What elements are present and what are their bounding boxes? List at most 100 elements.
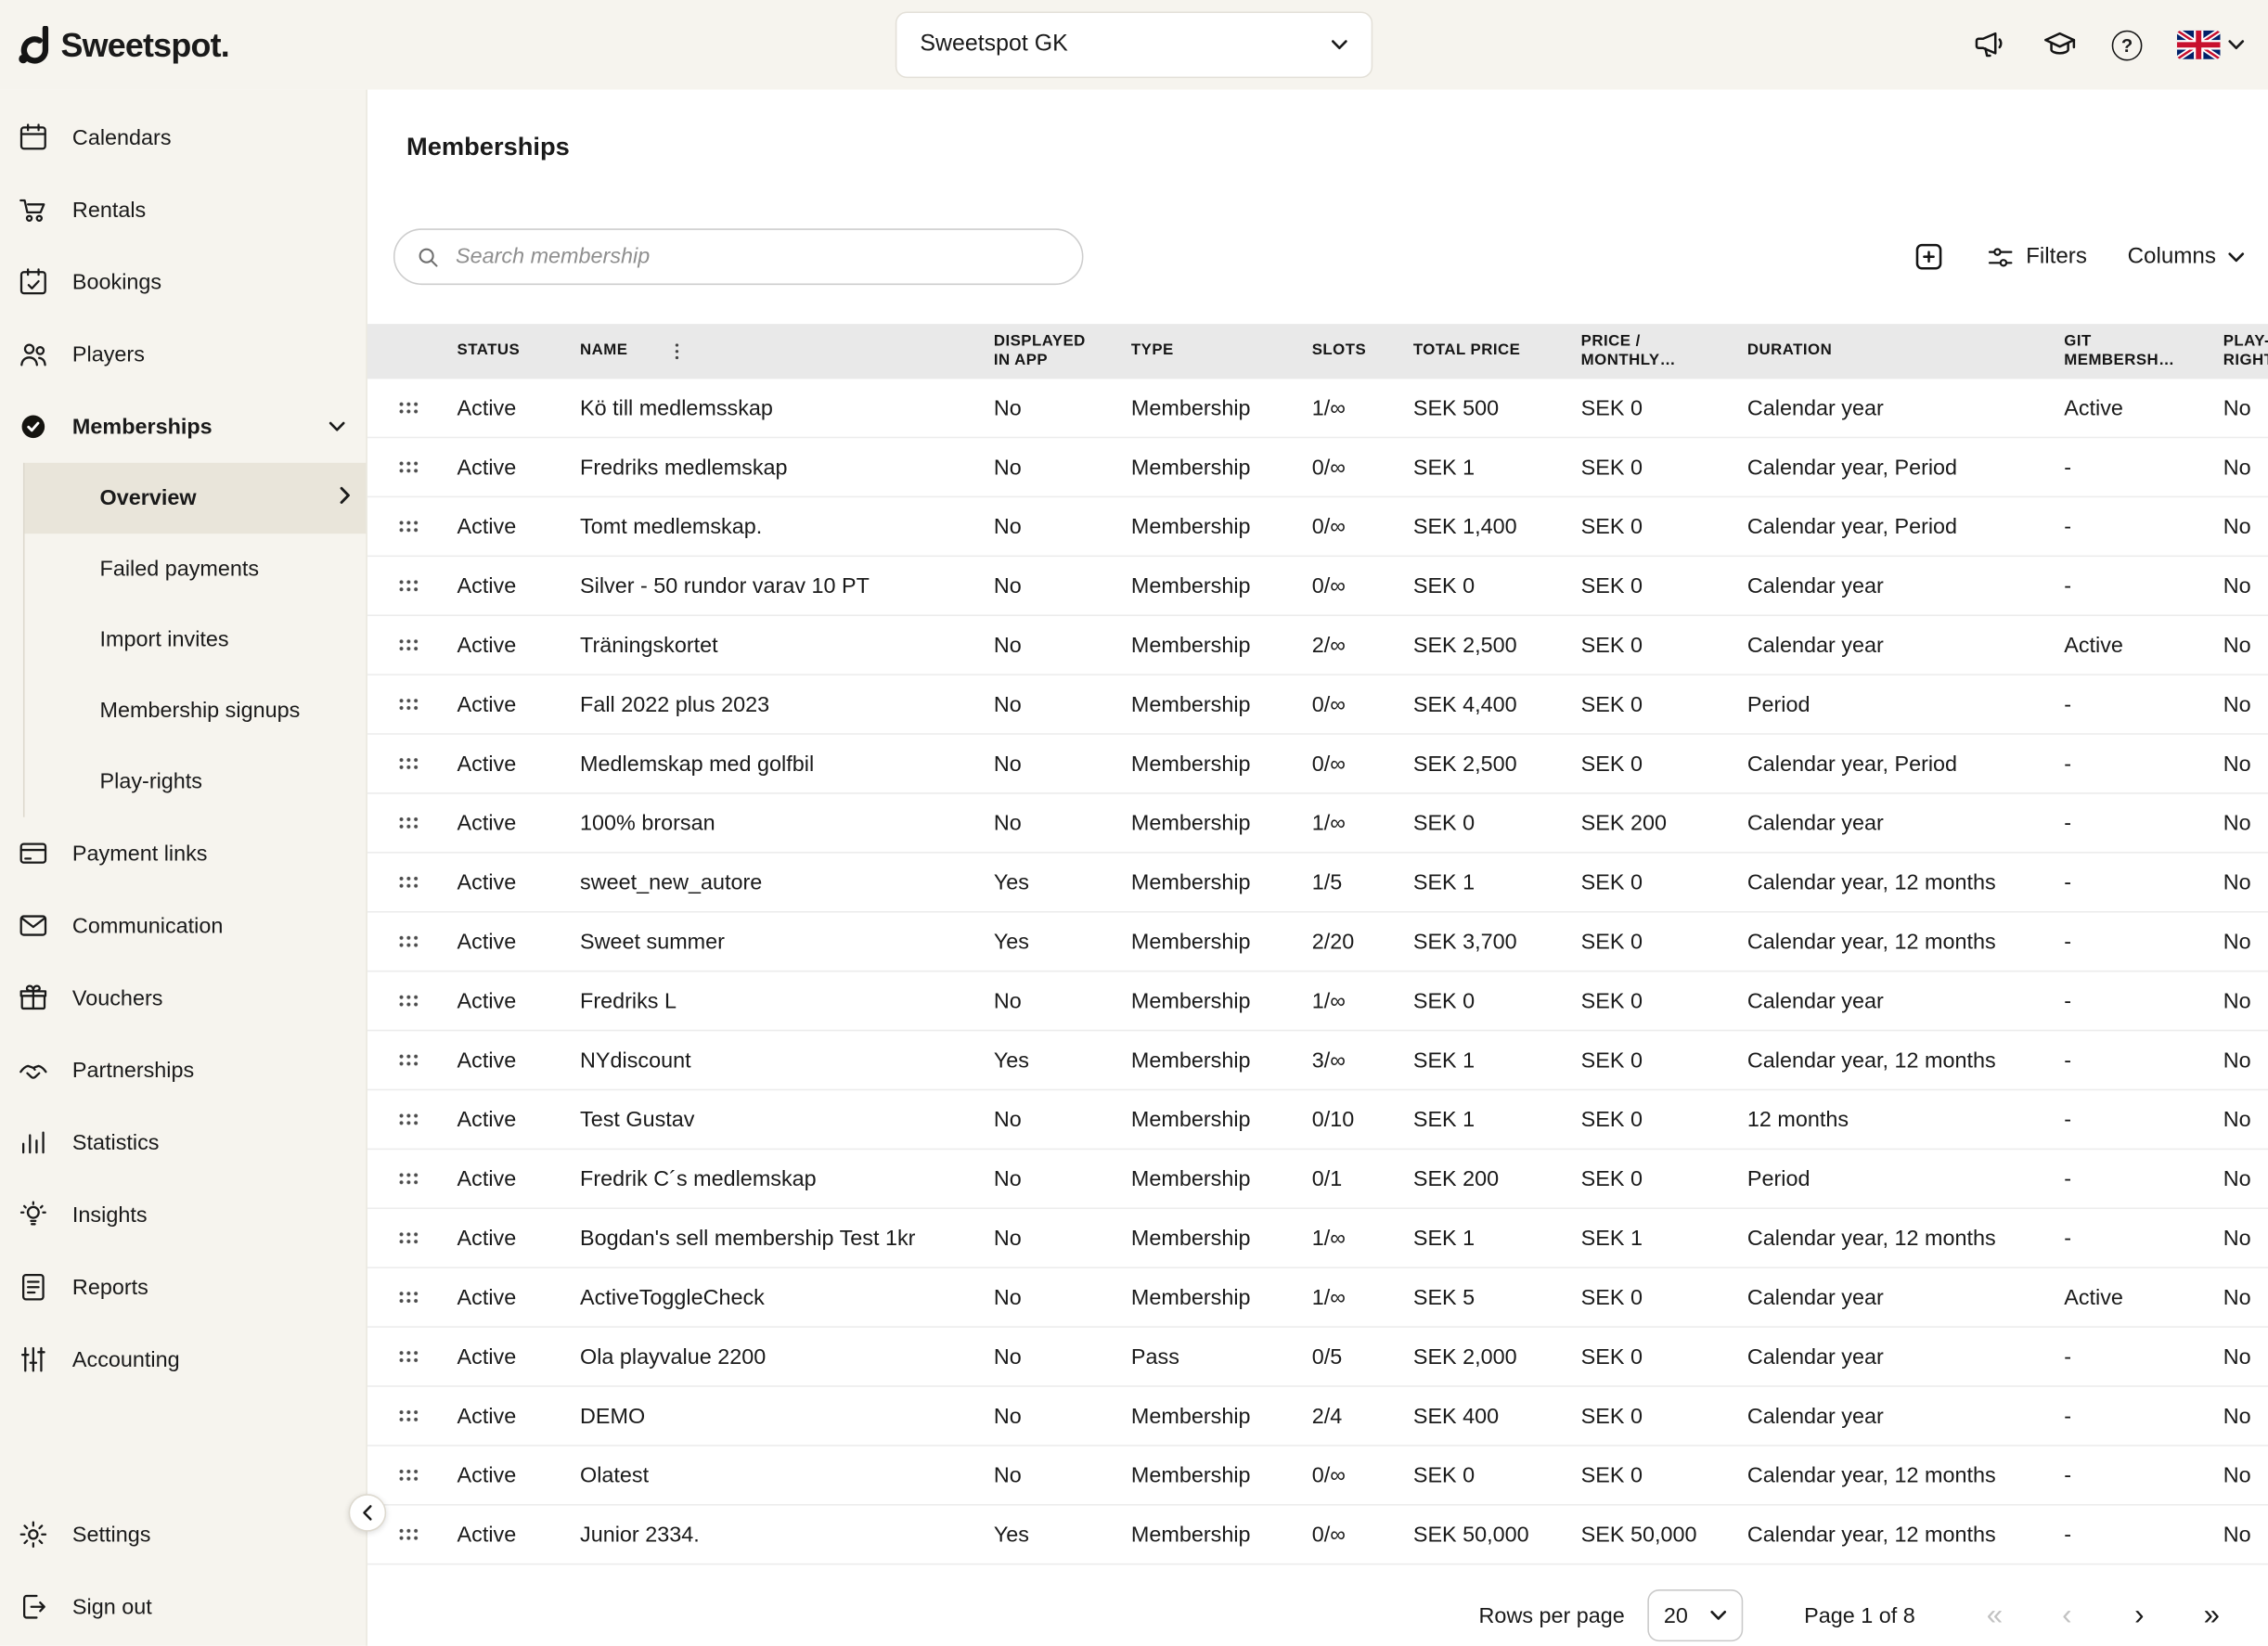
table-row[interactable]: ActiveOla playvalue 2200NoPass0/5SEK 2,0…	[367, 1328, 2268, 1387]
cell-play: No	[2214, 1107, 2268, 1131]
sidebar: CalendarsRentalsBookingsPlayersMembershi…	[0, 90, 367, 1646]
table-row[interactable]: ActiveTest GustavNoMembership0/10SEK 1SE…	[367, 1090, 2268, 1150]
cell-displayed: No	[985, 1463, 1122, 1487]
uk-flag-icon	[2177, 31, 2221, 59]
first-page-button[interactable]: «	[1958, 1594, 2030, 1638]
sidebar-item-memberships[interactable]: Memberships	[0, 391, 366, 463]
table-row[interactable]: ActiveFredriks LNoMembership1/∞SEK 0SEK …	[367, 971, 2268, 1031]
table-row[interactable]: ActiveFredrik C´s medlemskapNoMembership…	[367, 1150, 2268, 1209]
drag-handle-icon[interactable]	[367, 578, 448, 593]
sidebar-item-payment-links[interactable]: Payment links	[0, 817, 366, 890]
sidebar-item-bookings[interactable]: Bookings	[0, 246, 366, 318]
drag-handle-icon[interactable]	[367, 1172, 448, 1187]
table-row[interactable]: ActiveNYdiscountYesMembership3/∞SEK 1SEK…	[367, 1031, 2268, 1090]
table-row[interactable]: ActiveSilver - 50 rundor varav 10 PTNoMe…	[367, 557, 2268, 616]
drag-handle-icon[interactable]	[367, 875, 448, 890]
column-header-price-monthly[interactable]: PRICE / MONTHLY…	[1572, 332, 1738, 371]
column-header-name[interactable]: NAME	[572, 340, 986, 363]
column-header-git-membersh[interactable]: GIT MEMBERSH…	[2055, 332, 2214, 371]
sidebar-item-settings[interactable]: Settings	[0, 1498, 366, 1571]
table-row[interactable]: ActiveActiveToggleCheckNoMembership1/∞SE…	[367, 1268, 2268, 1328]
table-row[interactable]: ActiveKö till medlemsskapNoMembership1/∞…	[367, 379, 2268, 438]
column-header-slots[interactable]: SLOTS	[1303, 341, 1404, 361]
table-row[interactable]: ActiveBogdan's sell membership Test 1krN…	[367, 1209, 2268, 1268]
sidebar-item-sign-out[interactable]: Sign out	[0, 1571, 366, 1643]
drag-handle-icon[interactable]	[367, 460, 448, 475]
drag-handle-icon[interactable]	[367, 1230, 448, 1245]
column-header-play-right[interactable]: PLAY-RIGHT	[2214, 332, 2268, 371]
table-row[interactable]: ActiveFall 2022 plus 2023NoMembership0/∞…	[367, 675, 2268, 735]
drag-handle-icon[interactable]	[367, 520, 448, 534]
language-selector[interactable]	[2177, 31, 2245, 59]
submenu-item-label: Failed payments	[100, 557, 260, 581]
column-header-total-price[interactable]: TOTAL PRICE	[1404, 341, 1572, 361]
sweetspot-logo[interactable]: Sweetspot.	[18, 25, 229, 64]
table-row[interactable]: Active100% brorsanNoMembership1/∞SEK 0SE…	[367, 794, 2268, 854]
submenu-item-membership-signups[interactable]: Membership signups	[24, 675, 366, 746]
column-menu-icon[interactable]	[665, 340, 689, 363]
cell-total: SEK 3,700	[1404, 929, 1572, 953]
drag-handle-icon[interactable]	[367, 1408, 448, 1423]
cell-monthly: SEK 0	[1572, 1107, 1738, 1131]
column-header-duration[interactable]: DURATION	[1739, 341, 2055, 361]
sidebar-item-calendars[interactable]: Calendars	[0, 101, 366, 174]
drag-handle-icon[interactable]	[367, 637, 448, 652]
table-row[interactable]: ActiveDEMONoMembership2/4SEK 400SEK 0Cal…	[367, 1387, 2268, 1447]
sidebar-item-statistics[interactable]: Statistics	[0, 1106, 366, 1178]
search-membership-box[interactable]	[393, 228, 1083, 285]
add-button[interactable]	[1912, 240, 1945, 274]
rows-per-page-select[interactable]: 20	[1648, 1589, 1744, 1641]
filters-button[interactable]: Filters	[1986, 242, 2087, 271]
table-row[interactable]: ActiveFredriks medlemskapNoMembership0/∞…	[367, 438, 2268, 497]
drag-handle-icon[interactable]	[367, 816, 448, 830]
drag-handle-icon[interactable]	[367, 994, 448, 1009]
sidebar-item-insights[interactable]: Insights	[0, 1178, 366, 1251]
sidebar-item-accounting[interactable]: Accounting	[0, 1323, 366, 1395]
column-header-displayed-in-app[interactable]: DISPLAYED IN APP	[985, 332, 1122, 371]
bar-chart-icon	[18, 1126, 49, 1158]
table-row[interactable]: ActiveMedlemskap med golfbilNoMembership…	[367, 735, 2268, 794]
help-icon[interactable]: ?	[2112, 30, 2143, 60]
sidebar-item-vouchers[interactable]: Vouchers	[0, 962, 366, 1035]
drag-handle-icon[interactable]	[367, 1527, 448, 1542]
drag-handle-icon[interactable]	[367, 756, 448, 771]
sidebar-item-players[interactable]: Players	[0, 318, 366, 391]
submenu-item-play-rights[interactable]: Play-rights	[24, 746, 366, 817]
table-row[interactable]: ActiveTomt medlemskap.NoMembership0/∞SEK…	[367, 497, 2268, 557]
club-selector[interactable]: Sweetspot GK	[896, 11, 1372, 78]
column-header-status[interactable]: STATUS	[448, 341, 571, 361]
table-row[interactable]: ActiveSweet summerYesMembership2/20SEK 3…	[367, 913, 2268, 972]
academy-icon[interactable]	[2042, 28, 2077, 62]
cell-displayed: No	[985, 1285, 1122, 1309]
sidebar-item-reports[interactable]: Reports	[0, 1251, 366, 1323]
sidebar-collapse-button[interactable]	[349, 1494, 387, 1532]
submenu-item-overview[interactable]: Overview	[24, 463, 366, 534]
table-row[interactable]: ActiveTräningskortetNoMembership2/∞SEK 2…	[367, 616, 2268, 675]
cell-displayed: No	[985, 395, 1122, 419]
search-input[interactable]	[456, 244, 1062, 268]
table-row[interactable]: ActiveJunior 2334.YesMembership0/∞SEK 50…	[367, 1506, 2268, 1565]
drag-handle-icon[interactable]	[367, 1053, 448, 1068]
drag-handle-icon[interactable]	[367, 1290, 448, 1305]
column-header-type[interactable]: TYPE	[1123, 341, 1304, 361]
table-row[interactable]: Activesweet_new_autoreYesMembership1/5SE…	[367, 854, 2268, 913]
table-row[interactable]: ActiveOlatestNoMembership0/∞SEK 0SEK 0Ca…	[367, 1447, 2268, 1506]
submenu-item-import-invites[interactable]: Import invites	[24, 605, 366, 675]
sidebar-item-partnerships[interactable]: Partnerships	[0, 1034, 366, 1106]
submenu-item-failed-payments[interactable]: Failed payments	[24, 534, 366, 604]
sidebar-item-rentals[interactable]: Rentals	[0, 174, 366, 246]
drag-handle-icon[interactable]	[367, 1468, 448, 1483]
drag-handle-icon[interactable]	[367, 1112, 448, 1127]
cell-play: No	[2214, 1048, 2268, 1072]
announcement-icon[interactable]	[1973, 28, 2007, 62]
prev-page-button[interactable]: ‹	[2030, 1594, 2103, 1638]
drag-handle-icon[interactable]	[367, 697, 448, 712]
drag-handle-icon[interactable]	[367, 1349, 448, 1364]
cell-play: No	[2214, 1226, 2268, 1250]
drag-handle-icon[interactable]	[367, 934, 448, 949]
columns-button[interactable]: Columns	[2128, 244, 2246, 270]
sidebar-item-communication[interactable]: Communication	[0, 890, 366, 962]
last-page-button[interactable]: »	[2175, 1594, 2248, 1638]
drag-handle-icon[interactable]	[367, 401, 448, 416]
next-page-button[interactable]: ›	[2103, 1594, 2175, 1638]
